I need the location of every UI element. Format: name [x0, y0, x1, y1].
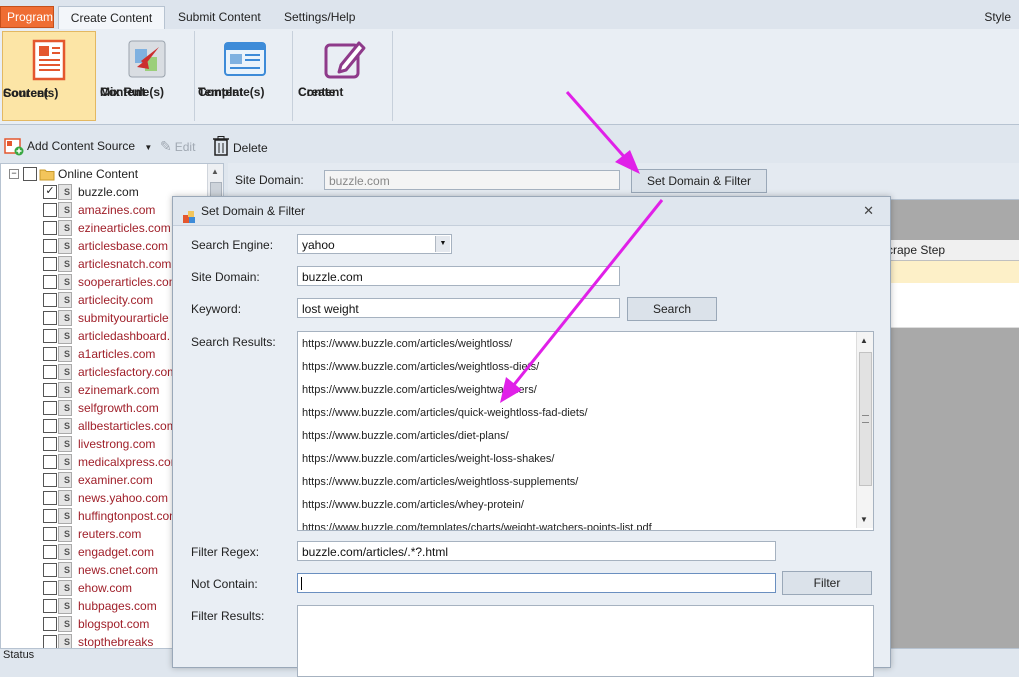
arrow-2-line	[511, 199, 664, 387]
annotation-arrows	[500, 91, 664, 403]
arrow-1-line	[565, 91, 629, 161]
arrow-1-head	[615, 150, 640, 174]
